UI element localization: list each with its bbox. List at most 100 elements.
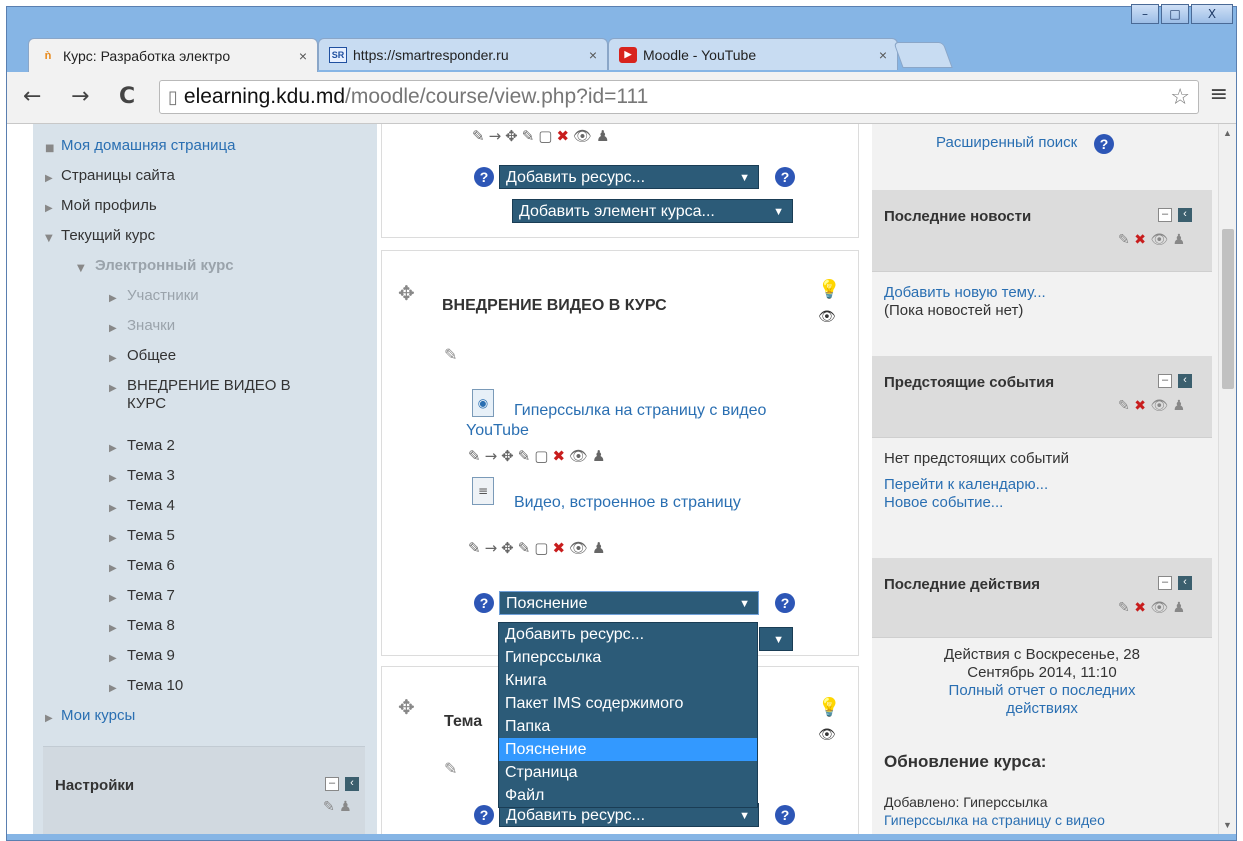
- bookmark-star-icon[interactable]: ☆: [1170, 85, 1190, 110]
- nav-item-current-course[interactable]: ▼ Текущий курс: [33, 222, 377, 252]
- nav-item-topic[interactable]: ▶ Тема 3: [33, 462, 377, 492]
- nav-item-topic[interactable]: ▶ Тема 2: [33, 432, 377, 462]
- add-resource-select-open[interactable]: Пояснение ▼: [499, 591, 759, 615]
- dropdown-option[interactable]: Файл: [499, 784, 757, 807]
- block-actions-icons[interactable]: ✎ ♟: [323, 799, 352, 815]
- add-resource-select[interactable]: Добавить ресурс... ▼: [499, 165, 759, 189]
- help-icon[interactable]: ?: [474, 805, 494, 825]
- page-scrollbar[interactable]: ▲ ▼: [1218, 124, 1236, 834]
- add-activity-select-partial[interactable]: ▼: [759, 627, 793, 651]
- expand-arrow-icon: ▶: [109, 383, 117, 394]
- added-resource-link[interactable]: Гиперссылка на страницу с видео: [884, 812, 1105, 828]
- wrench-icon[interactable]: ✎: [444, 759, 457, 778]
- nav-link[interactable]: Моя домашняя страница: [61, 137, 235, 154]
- nav-link[interactable]: Мои курсы: [61, 707, 135, 724]
- wrench-icon[interactable]: ✎: [444, 345, 457, 364]
- nav-item-topic[interactable]: ▶ Тема 6: [33, 552, 377, 582]
- dropdown-option[interactable]: Пакет IMS содержимого: [499, 692, 757, 715]
- scroll-thumb[interactable]: [1222, 229, 1234, 389]
- dropdown-option[interactable]: Книга: [499, 669, 757, 692]
- activity-edit-icons[interactable]: ✎→✥✎▢✖👁♟: [468, 539, 610, 557]
- collapse-block-icon[interactable]: –: [1158, 208, 1172, 222]
- nav-item-general[interactable]: ▶ Общее: [33, 342, 377, 372]
- resource-link-youtube[interactable]: Гиперссылка на страницу с видео YouTube: [466, 401, 796, 441]
- reload-icon[interactable]: C: [119, 84, 135, 109]
- block-actions-icons[interactable]: ✎ ✖ 👁 ♟: [1118, 398, 1185, 414]
- close-icon[interactable]: ×: [879, 47, 887, 63]
- new-tab-button[interactable]: [893, 42, 953, 68]
- help-icon[interactable]: ?: [775, 805, 795, 825]
- nav-item-topic[interactable]: ▶ Тема 5: [33, 522, 377, 552]
- help-icon[interactable]: ?: [775, 167, 795, 187]
- dropdown-option[interactable]: Папка: [499, 715, 757, 738]
- move-handle-icon[interactable]: ✥: [398, 695, 415, 719]
- move-handle-icon[interactable]: ✥: [398, 281, 415, 305]
- advanced-search-link[interactable]: Расширенный поиск: [936, 134, 1077, 151]
- no-news-text: (Пока новостей нет): [884, 302, 1024, 319]
- full-report-link[interactable]: Полный отчет о последних действиях: [882, 682, 1202, 718]
- scroll-up-arrow-icon[interactable]: ▲: [1223, 128, 1232, 138]
- nav-item-course[interactable]: ▼ Электронный курс: [33, 252, 377, 282]
- tab-youtube[interactable]: ▶ Moodle - YouTube ×: [608, 38, 898, 70]
- activity-edit-icons[interactable]: ✎→✥✎▢✖👁♟: [468, 447, 610, 465]
- close-icon[interactable]: ×: [299, 48, 307, 64]
- nav-item-topic[interactable]: ▶ Тема 7: [33, 582, 377, 612]
- nav-item-topic[interactable]: ▶ Тема 10: [33, 672, 377, 702]
- tab-smartresponder[interactable]: SR https://smartresponder.ru ×: [318, 38, 608, 70]
- scroll-down-arrow-icon[interactable]: ▼: [1223, 820, 1232, 830]
- help-icon[interactable]: ?: [775, 593, 795, 613]
- lightbulb-icon[interactable]: 💡: [818, 279, 840, 300]
- eye-icon[interactable]: 👁: [818, 309, 836, 325]
- dock-block-icon[interactable]: ‹: [1178, 208, 1192, 222]
- forward-arrow-icon[interactable]: →: [71, 84, 89, 109]
- expand-arrow-icon: ▶: [109, 443, 117, 454]
- address-bar[interactable]: ▯ elearning.kdu.md/moodle/course/view.ph…: [159, 80, 1199, 114]
- activity-edit-icons[interactable]: ✎→✥✎▢✖👁♟: [472, 127, 614, 145]
- dock-block-icon[interactable]: ‹: [1178, 374, 1192, 388]
- nav-item-topic[interactable]: ▶ Тема 8: [33, 612, 377, 642]
- maximize-button[interactable]: □: [1161, 4, 1189, 24]
- nav-item-home[interactable]: ■ Моя домашняя страница: [33, 132, 377, 162]
- nav-item-topic[interactable]: ▶ Тема 4: [33, 492, 377, 522]
- select-value: Добавить ресурс...: [506, 169, 646, 186]
- resource-link-embedded-video[interactable]: Видео, встроенное в страницу: [466, 493, 746, 513]
- moodle-favicon-icon: ǹ: [44, 49, 52, 62]
- collapse-block-icon[interactable]: –: [325, 777, 339, 791]
- dropdown-option[interactable]: Страница: [499, 761, 757, 784]
- hamburger-menu-icon[interactable]: ≡: [1210, 82, 1228, 107]
- nav-item-participants[interactable]: ▶ Участники: [33, 282, 377, 312]
- dock-block-icon[interactable]: ‹: [345, 777, 359, 791]
- calendar-link[interactable]: Перейти к календарю...: [884, 476, 1048, 493]
- dropdown-option[interactable]: Гиперссылка: [499, 646, 757, 669]
- resource-dropdown-list[interactable]: Добавить ресурс... Гиперссылка Книга Пак…: [498, 622, 758, 808]
- help-icon[interactable]: ?: [474, 593, 494, 613]
- nav-item-badges[interactable]: ▶ Значки: [33, 312, 377, 342]
- close-icon[interactable]: ×: [589, 47, 597, 63]
- add-news-topic-link[interactable]: Добавить новую тему...: [884, 284, 1046, 301]
- close-window-button[interactable]: X: [1191, 4, 1233, 24]
- collapse-block-icon[interactable]: –: [1158, 374, 1172, 388]
- add-activity-select[interactable]: Добавить элемент курса... ▼: [512, 199, 793, 223]
- navigation-block: ■ Моя домашняя страница ▶ Страницы сайта ▶…: [33, 124, 377, 834]
- nav-item-site-pages[interactable]: ▶ Страницы сайта: [33, 162, 377, 192]
- dock-block-icon[interactable]: ‹: [1178, 576, 1192, 590]
- minimize-button[interactable]: –: [1131, 4, 1159, 24]
- block-actions-icons[interactable]: ✎ ✖ 👁 ♟: [1118, 232, 1185, 248]
- expand-arrow-icon: ▶: [109, 563, 117, 574]
- new-event-link[interactable]: Новое событие...: [884, 494, 1003, 511]
- help-icon[interactable]: ?: [474, 167, 494, 187]
- course-section-top: ✎→✥✎▢✖👁♟ ? Добавить ресурс... ▼ ? Добавит…: [381, 124, 859, 238]
- lightbulb-icon[interactable]: 💡: [818, 697, 840, 718]
- back-arrow-icon[interactable]: ←: [23, 84, 41, 109]
- nav-item-video-section[interactable]: ▶ ВНЕДРЕНИЕ ВИДЕО В КУРС: [33, 372, 377, 432]
- block-actions-icons[interactable]: ✎ ✖ 👁 ♟: [1118, 600, 1185, 616]
- collapse-block-icon[interactable]: –: [1158, 576, 1172, 590]
- nav-item-topic[interactable]: ▶ Тема 9: [33, 642, 377, 672]
- help-icon[interactable]: ?: [1094, 134, 1114, 154]
- tab-course[interactable]: ǹ Курс: Разработка электро ×: [28, 38, 318, 72]
- nav-item-profile[interactable]: ▶ Мой профиль: [33, 192, 377, 222]
- eye-icon[interactable]: 👁: [818, 727, 836, 743]
- dropdown-option-selected[interactable]: Пояснение: [499, 738, 757, 761]
- dropdown-option[interactable]: Добавить ресурс...: [499, 623, 757, 646]
- nav-item-my-courses[interactable]: ▶ Мои курсы: [33, 702, 377, 732]
